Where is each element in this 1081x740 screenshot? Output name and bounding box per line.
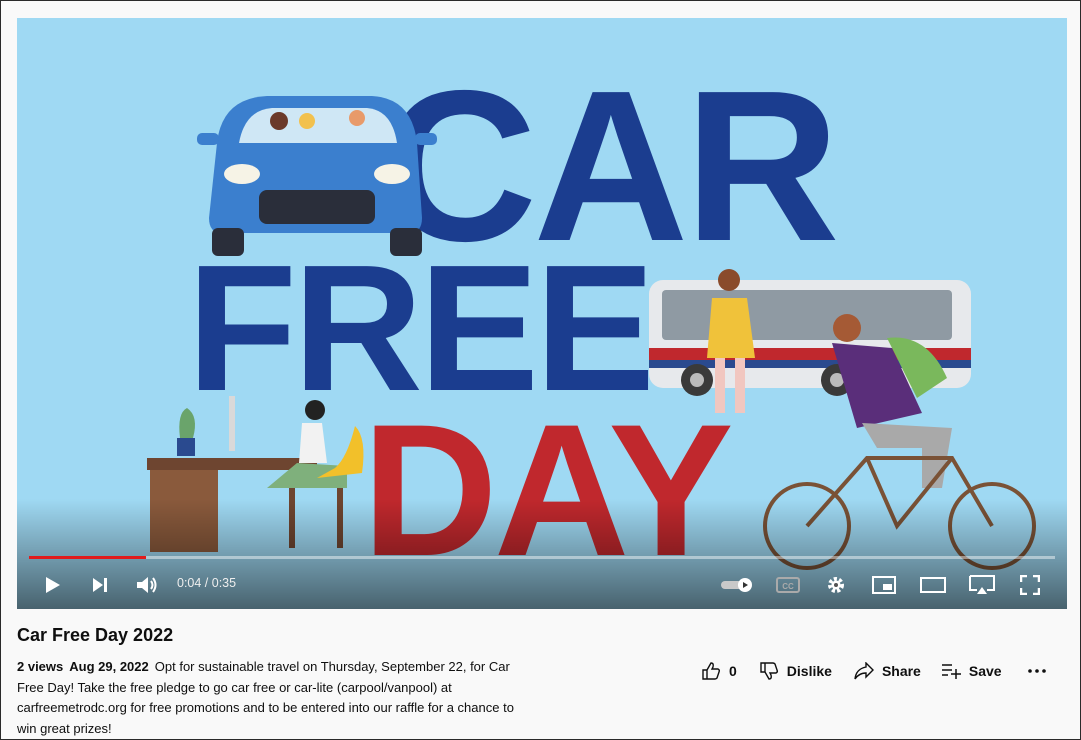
- progress-bar[interactable]: [29, 556, 1055, 559]
- video-title: Car Free Day 2022: [17, 625, 174, 645]
- theater-mode-icon: [920, 577, 946, 593]
- save-label: Save: [968, 663, 1002, 679]
- miniplayer-icon: [872, 576, 896, 594]
- like-button[interactable]: 0: [701, 661, 737, 681]
- thumbs-up-icon: [702, 662, 721, 680]
- save-button[interactable]: Save: [941, 663, 1002, 679]
- player-controls: 0:04 / 0:35 CC: [17, 561, 1067, 609]
- share-icon: [854, 662, 874, 680]
- fullscreen-button[interactable]: [1012, 561, 1048, 609]
- autoplay-toggle-icon: [721, 578, 752, 592]
- next-button[interactable]: [82, 561, 118, 609]
- share-button[interactable]: Share: [854, 662, 921, 680]
- theater-mode-button[interactable]: [915, 561, 951, 609]
- dislike-button[interactable]: Dislike: [759, 661, 832, 681]
- settings-button[interactable]: [818, 561, 854, 609]
- captions-button[interactable]: CC: [770, 561, 806, 609]
- autoplay-toggle[interactable]: [717, 561, 757, 609]
- progress-fill: [29, 556, 146, 559]
- closed-captions-icon: CC: [776, 577, 800, 593]
- volume-icon: [137, 577, 157, 593]
- car-illustration: [197, 96, 437, 256]
- playlist-add-icon: [941, 664, 961, 679]
- video-description[interactable]: 2 views Aug 29, 2022 Opt for sustainable t…: [17, 657, 537, 739]
- gear-icon: [828, 577, 844, 593]
- more-horizontal-icon: [1027, 669, 1046, 673]
- video-player[interactable]: CAR FREE DAY 0:04 / 0:35 CC: [17, 18, 1067, 609]
- play-button[interactable]: [34, 561, 70, 609]
- cast-icon: [969, 575, 995, 594]
- video-actions: 0 Dislike Share Save: [701, 661, 1046, 681]
- play-icon: [46, 577, 60, 593]
- like-count: 0: [729, 663, 737, 679]
- miniplayer-button[interactable]: [866, 561, 902, 609]
- share-label: Share: [881, 663, 921, 679]
- mute-button[interactable]: [129, 561, 165, 609]
- dislike-label: Dislike: [786, 663, 832, 679]
- svg-text:CC: CC: [782, 582, 794, 591]
- time-display: 0:04 / 0:35: [177, 576, 237, 590]
- page-frame: CAR FREE DAY 0:04 / 0:35 CC Car Free Day…: [0, 0, 1081, 740]
- upload-date: Aug 29, 2022: [69, 659, 149, 674]
- fullscreen-icon: [1020, 575, 1040, 595]
- thumbs-down-icon: [760, 662, 778, 680]
- more-actions-button[interactable]: [1027, 668, 1046, 674]
- cast-button[interactable]: [964, 561, 1000, 609]
- view-count: 2 views: [17, 659, 64, 674]
- skip-next-icon: [93, 578, 107, 592]
